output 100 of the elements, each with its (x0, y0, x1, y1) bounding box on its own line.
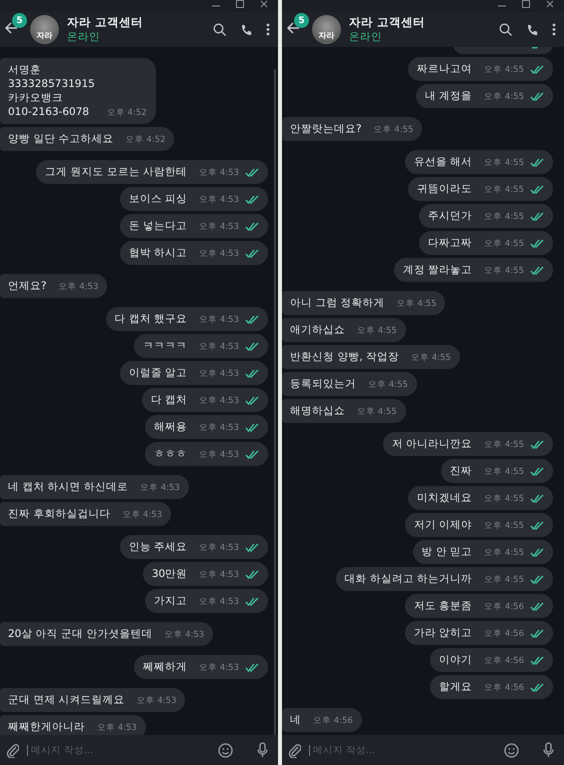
message-text: 방 안 믿고 (422, 545, 472, 559)
close-icon[interactable] (546, 0, 554, 8)
message-time: 오후 4:55 (484, 265, 524, 277)
maximize-icon[interactable] (236, 0, 244, 8)
message-text: 저도 흥분좀 (414, 599, 472, 613)
emoji-icon[interactable] (218, 742, 233, 758)
message-text: 애기하십쇼 (290, 323, 345, 337)
message-time: 오후 4:55 (357, 406, 397, 418)
message-text: 내 계정을 (424, 89, 472, 103)
message-text: ㅎㅎㅎ (154, 447, 188, 461)
message-time: 오후 4:53 (199, 194, 239, 206)
paperclip-icon[interactable] (6, 742, 19, 758)
message-text: 네 (290, 713, 301, 727)
message-time: 오후 4:56 (484, 682, 524, 694)
message-time: 오후 4:53 (199, 395, 239, 407)
message-time: 오후 4:53 (136, 695, 176, 707)
search-icon[interactable] (213, 23, 226, 36)
message-time: 오후 4:53 (199, 422, 239, 434)
message-time: 오후 4:53 (199, 248, 239, 260)
message-text: 쩨쩨하게 (143, 660, 188, 674)
message-text: 등록되있는거 (290, 377, 356, 391)
message-time: 오후 4:55 (484, 91, 524, 103)
message-time: 오후 4:55 (484, 238, 524, 250)
message-text: 협박 하시고 (128, 246, 188, 260)
message-time: 오후 4:52 (106, 107, 147, 119)
message-time: 오후 4:55 (357, 325, 397, 337)
maximize-icon[interactable] (522, 0, 530, 8)
message-time: 오후 4:53 (199, 314, 239, 326)
message-time: 오후 4:53 (199, 569, 239, 581)
message-time: 오후 4:53 (199, 368, 239, 380)
message-time: 오후 4:56 (484, 601, 524, 613)
message-time: 오후 4:55 (484, 157, 524, 169)
message-text: 이야기 (439, 653, 472, 667)
message-text: 네 캡처 하시면 하신데로 (8, 480, 128, 494)
message-time: 오후 4:55 (411, 352, 451, 364)
message-text: 해쩌용 (154, 420, 188, 434)
message-time: 오후 4:55 (484, 574, 524, 586)
message-text: 대화 하실려고 하는거니까 (344, 572, 472, 586)
message-time: 오후 4:55 (484, 64, 524, 76)
message-time: 오후 4:56 (313, 715, 353, 727)
message-text: 돈 넣는다고 (128, 219, 188, 233)
back-arrow-icon[interactable] (4, 21, 18, 35)
more-icon[interactable] (266, 23, 270, 36)
message-text: 저기 이제야 (414, 518, 472, 532)
message-text: 군대 면제 시켜드릴께요 (8, 693, 125, 707)
message-time: 오후 4:55 (484, 184, 524, 196)
message-text: 20살 아직 군대 안가셧을텐데 (8, 627, 152, 641)
message-text: 계정 짤라놓고 (402, 263, 472, 277)
message-text: 안짤랏는데요? (290, 122, 362, 136)
message-text: 가지고 (154, 594, 188, 608)
online-status: 온라인 (67, 30, 101, 44)
message-text: 이럴줄 알고 (128, 366, 188, 380)
message-time: 오후 4:53 (199, 542, 239, 554)
message-text: 양빵 일단 수고하세요 (8, 132, 114, 146)
message-time: 오후 4:53 (97, 722, 137, 734)
avatar: 자라 (30, 15, 59, 44)
chat-title: 자라 고객센터 (349, 14, 426, 30)
message-text: 저 아니라니깐요 (392, 437, 472, 451)
message-text: 인능 주세요 (128, 540, 188, 554)
message-text: 보이스 피싱 (128, 192, 188, 206)
message-text: 해명하십쇼 (290, 404, 345, 418)
message-text: 다짜고짜 (428, 236, 472, 250)
message-text: 주시던가 (428, 209, 472, 223)
paperclip-icon[interactable] (288, 742, 301, 758)
unread-badge: 5 (12, 13, 27, 28)
message-text: 그게 뭔지도 모르는 사람한테 (45, 165, 188, 179)
message-text: 귀뜸이라도 (417, 182, 472, 196)
message-time: 오후 4:55 (484, 547, 524, 559)
message-time: 오후 4:55 (484, 520, 524, 532)
message-text: 반환신청 양빵, 작업장 (290, 350, 400, 364)
message-text: 짜르나고여 (417, 62, 472, 76)
chat-title: 자라 고객센터 (67, 14, 144, 30)
message-time: 오후 4:53 (140, 482, 180, 494)
phone-icon[interactable] (526, 24, 538, 36)
message-text: 유선을 해서 (414, 155, 472, 169)
emoji-icon[interactable] (504, 742, 519, 758)
back-arrow-icon[interactable] (286, 21, 300, 35)
unread-badge: 5 (294, 13, 309, 28)
message-text: 언제요? (8, 279, 47, 293)
close-icon[interactable] (260, 0, 268, 8)
message-text: 진짜 (450, 464, 472, 478)
online-status: 온라인 (349, 30, 383, 44)
microphone-icon[interactable] (257, 742, 268, 758)
message-text: 다 캡처 (150, 393, 188, 407)
message-text: 가라 앉히고 (414, 626, 472, 640)
message-time: 오후 4:55 (484, 439, 524, 451)
more-icon[interactable] (552, 23, 556, 36)
phone-icon[interactable] (240, 24, 252, 36)
message-time: 오후 4:53 (199, 221, 239, 233)
avatar: 자라 (312, 15, 341, 44)
microphone-icon[interactable] (543, 742, 554, 758)
message-time: 오후 4:53 (164, 629, 204, 641)
message-time: 오후 4:56 (484, 655, 524, 667)
message-time: 오후 4:53 (122, 509, 162, 521)
message-text: 30만원 (152, 567, 188, 581)
message-time: 오후 4:55 (396, 298, 436, 310)
search-icon[interactable] (499, 23, 512, 36)
message-time: 오후 4:53 (199, 596, 239, 608)
message-time: 오후 4:53 (199, 662, 239, 674)
message-text: ㅋㅋㅋㅋ (143, 339, 188, 353)
